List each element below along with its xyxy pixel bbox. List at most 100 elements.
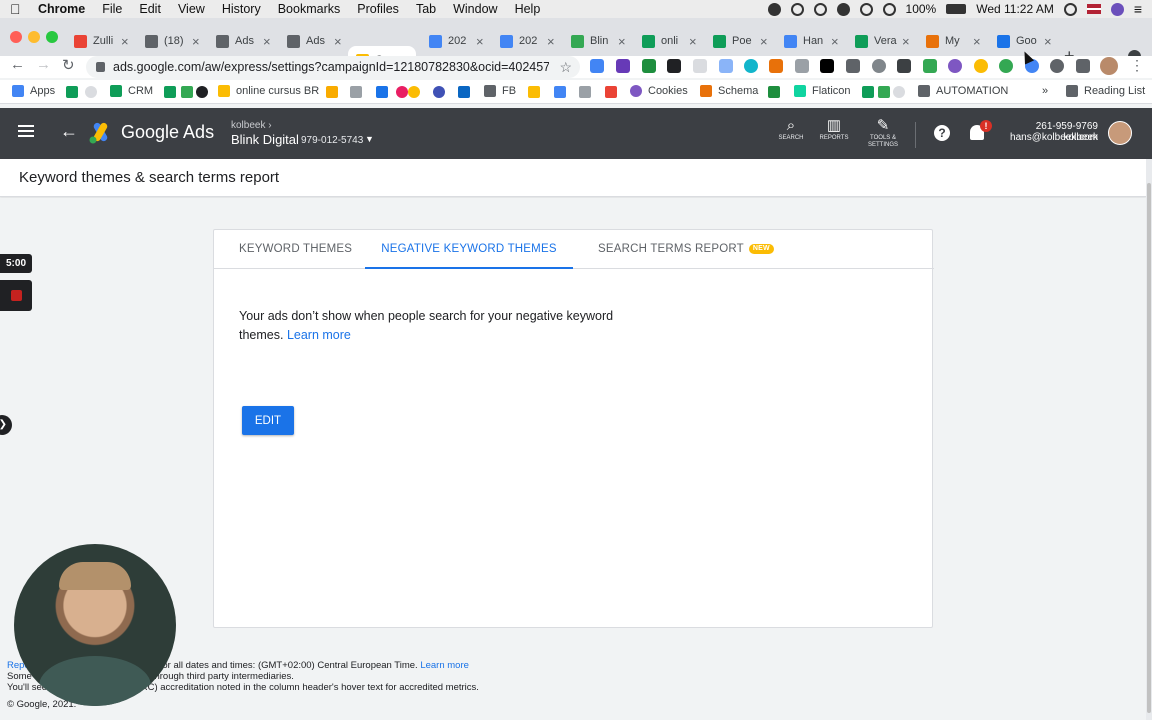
tab-close-icon[interactable]: ×	[618, 34, 626, 49]
siri-icon[interactable]	[1110, 2, 1124, 16]
reading-list[interactable]: Reading List	[1066, 85, 1145, 97]
help-icon[interactable]: ?	[934, 125, 950, 141]
close-window-icon[interactable]	[10, 31, 22, 43]
browser-tab[interactable]: Zulli ×	[72, 28, 134, 54]
bookmark-cookies[interactable]: Cookies	[630, 85, 688, 97]
extension-icon-6[interactable]	[719, 59, 733, 73]
menu-profiles[interactable]: Profiles	[357, 2, 399, 16]
extension-icon-17[interactable]	[999, 59, 1013, 73]
bookmark-apps[interactable]: Apps	[12, 85, 55, 97]
search-tool[interactable]: ⌕ SEARCH	[774, 117, 808, 142]
back-arrow-icon[interactable]: ←	[60, 121, 78, 142]
tab-close-icon[interactable]: ×	[263, 34, 271, 49]
bookmark-icon[interactable]	[396, 86, 408, 98]
extension-icon-15[interactable]	[948, 59, 962, 73]
url-text[interactable]: ads.google.com/aw/express/settings?campa…	[113, 60, 549, 74]
battery-icon[interactable]	[946, 4, 967, 14]
tab-close-icon[interactable]: ×	[831, 34, 839, 49]
bookmark-star-icon[interactable]: ☆	[559, 59, 572, 76]
tab-close-icon[interactable]: ×	[334, 34, 342, 49]
tab-close-icon[interactable]: ×	[121, 34, 129, 49]
bookmark-icon[interactable]	[181, 86, 193, 98]
browser-tab[interactable]: Vera ×	[853, 28, 915, 54]
flag-icon[interactable]	[1086, 4, 1101, 14]
tab-keyword-themes[interactable]: KEYWORD THEMES	[239, 230, 352, 269]
learn-more-link[interactable]: Learn more	[287, 328, 351, 342]
extension-icon-13[interactable]	[897, 59, 911, 73]
tab-negative-keyword-themes[interactable]: NEGATIVE KEYWORD THEMES	[365, 230, 573, 269]
bookmark-flaticon[interactable]: Flaticon	[794, 85, 851, 97]
product-name[interactable]: Google Ads	[121, 122, 214, 143]
linkedin-icon[interactable]	[458, 86, 470, 98]
tab-search-terms-report[interactable]: SEARCH TERMS REPORT NEW	[598, 230, 774, 269]
bookmark-icon[interactable]	[376, 86, 388, 98]
address-bar[interactable]: ads.google.com/aw/express/settings?campa…	[86, 56, 580, 78]
browser-tab[interactable]: 202 ×	[498, 28, 560, 54]
menu-window[interactable]: Window	[453, 2, 497, 16]
tab-close-icon[interactable]: ×	[192, 34, 200, 49]
browser-tab[interactable]: Han ×	[782, 28, 844, 54]
menu-file[interactable]: File	[102, 2, 122, 16]
scrollbar-thumb[interactable]	[1147, 183, 1151, 713]
menu-tab[interactable]: Tab	[416, 2, 436, 16]
profile-avatar[interactable]	[1100, 57, 1118, 75]
status-icon-1[interactable]	[767, 2, 781, 16]
forward-icon[interactable]: →	[36, 56, 51, 73]
extensions-puzzle-icon[interactable]	[1076, 59, 1090, 73]
browser-tab[interactable]: My ×	[924, 28, 986, 54]
reload-icon[interactable]: ↻	[62, 56, 75, 74]
minimize-window-icon[interactable]	[28, 31, 40, 43]
tab-close-icon[interactable]: ×	[973, 34, 981, 49]
browser-tab[interactable]: Ads ×	[214, 28, 276, 54]
analytics-icon[interactable]	[326, 86, 338, 98]
bookmark-crm[interactable]: CRM	[110, 85, 153, 97]
edit-button[interactable]: EDIT	[242, 406, 294, 435]
browser-tab[interactable]: 202 ×	[427, 28, 489, 54]
zoom-window-icon[interactable]	[46, 31, 58, 43]
tab-close-icon[interactable]: ×	[476, 34, 484, 49]
heart-icon[interactable]	[196, 86, 208, 98]
google-ads-icon[interactable]	[528, 86, 540, 98]
browser-tab[interactable]: Poe ×	[711, 28, 773, 54]
extension-icon-3[interactable]	[642, 59, 656, 73]
menu-history[interactable]: History	[222, 2, 261, 16]
footer-learn-more-link[interactable]: Learn more	[420, 660, 469, 671]
spotlight-icon[interactable]	[1063, 2, 1077, 16]
bookmark-online-cursus[interactable]: online cursus BR	[218, 85, 319, 97]
reports-tool[interactable]: ▥ REPORTS	[815, 117, 853, 142]
status-icon-2[interactable]	[790, 2, 804, 16]
chrome-menu-icon[interactable]: ⋮	[1130, 57, 1144, 74]
extension-icon-8[interactable]	[769, 59, 783, 73]
bookmark-icon[interactable]	[768, 86, 780, 98]
tab-close-icon[interactable]: ×	[689, 34, 697, 49]
extension-icon-7[interactable]	[744, 59, 758, 73]
user-avatar[interactable]	[1108, 121, 1132, 145]
status-icon-3[interactable]	[813, 2, 827, 16]
browser-tab[interactable]: (18) ×	[143, 28, 205, 54]
extension-icon-16[interactable]	[974, 59, 988, 73]
menu-edit[interactable]: Edit	[139, 2, 161, 16]
bookmarks-overflow[interactable]: »	[1042, 85, 1048, 97]
menu-chrome[interactable]: Chrome	[38, 2, 85, 16]
back-icon[interactable]: ←	[10, 56, 25, 73]
lock-icon[interactable]	[96, 62, 105, 72]
bookmark-fb[interactable]: FB	[484, 85, 516, 97]
account-dropdown-icon[interactable]: ▼	[365, 134, 374, 144]
bookmark-icon[interactable]	[579, 86, 591, 98]
menu-view[interactable]: View	[178, 2, 205, 16]
menu-icon[interactable]	[18, 125, 34, 137]
extension-icon-1[interactable]	[590, 59, 604, 73]
page-scrollbar[interactable]	[1146, 159, 1152, 720]
bookmark-icon[interactable]	[433, 86, 445, 98]
account-name[interactable]: Blink Digital	[231, 132, 299, 147]
extension-icon-2[interactable]	[616, 59, 630, 73]
browser-tab[interactable]: Blin ×	[569, 28, 631, 54]
extension-icon-19[interactable]	[1050, 59, 1064, 73]
menu-bookmarks[interactable]: Bookmarks	[278, 2, 341, 16]
tab-close-icon[interactable]: ×	[547, 34, 555, 49]
status-icon-4[interactable]	[836, 2, 850, 16]
sheets-icon[interactable]	[862, 86, 874, 98]
bookmark-automation[interactable]: AUTOMATION	[918, 85, 1008, 97]
apple-menu-icon[interactable]: 	[10, 1, 24, 17]
timer-icon[interactable]	[893, 86, 905, 98]
